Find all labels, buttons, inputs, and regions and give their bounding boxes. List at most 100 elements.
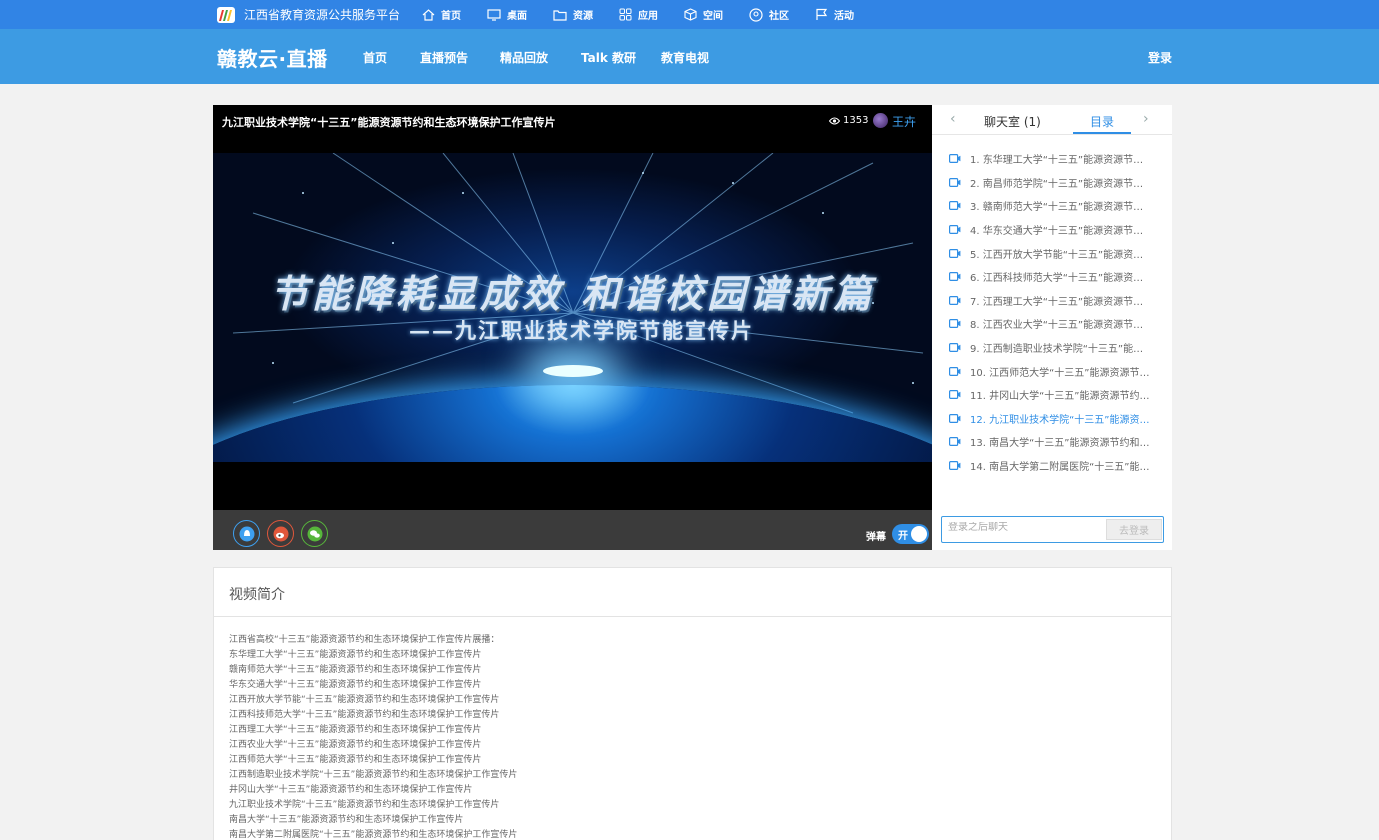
catalog-item[interactable]: 5. 江西开放大学节能“十三五”能源资源节约和生态环境保护工作宣传片 — [932, 241, 1172, 265]
video-headline: 节能降耗显成效 和谐校园谱新篇 — [269, 271, 876, 316]
share-weibo-button[interactable] — [267, 520, 294, 547]
nav-live-preview[interactable]: 直播预告 — [420, 49, 468, 66]
catalog-item-title: 10. 江西师范大学“十三五”能源资源节约和生态环境保护工作宣传片 — [970, 367, 1150, 379]
platform-nav-desktop[interactable]: 桌面 — [487, 7, 527, 22]
intro-line: 江西农业大学“十三五”能源资源节约和生态环境保护工作宣传片 — [229, 740, 482, 750]
share-wechat-button[interactable] — [301, 520, 328, 547]
catalog-item[interactable]: 4. 华东交通大学“十三五”能源资源节约和生态环境保护工作宣传片 — [932, 218, 1172, 242]
intro-line: 南昌大学“十三五”能源资源节约和生态环境保护工作宣传片 — [229, 815, 464, 825]
go-login-button[interactable]: 去登录 — [1106, 519, 1162, 540]
intro-line: 江西理工大学“十三五”能源资源节约和生态环境保护工作宣传片 — [229, 725, 482, 735]
catalog-item-title: 11. 井冈山大学“十三五”能源资源节约和生态环境保护工作宣传片 — [970, 391, 1150, 403]
intro-line: 江西科技师范大学“十三五”能源资源节约和生态环境保护工作宣传片 — [229, 710, 500, 720]
video-icon — [949, 390, 961, 400]
nav-home[interactable]: 首页 — [363, 49, 387, 66]
nav-replay[interactable]: 精品回放 — [500, 49, 548, 66]
catalog-item-title: 1. 东华理工大学“十三五”能源资源节约和生态环境保护工作宣传片 — [970, 155, 1150, 167]
catalog-item[interactable]: 10. 江西师范大学“十三五”能源资源节约和生态环境保护工作宣传片 — [932, 359, 1172, 383]
catalog-item[interactable]: 1. 东华理工大学“十三五”能源资源节约和生态环境保护工作宣传片 — [932, 147, 1172, 171]
chat-input[interactable] — [948, 522, 1098, 533]
video-icon — [949, 413, 961, 423]
platform-nav-label: 资源 — [573, 11, 594, 22]
cube-icon — [684, 8, 697, 21]
platform-nav-apps[interactable]: 应用 — [619, 7, 658, 22]
platform-nav-label: 空间 — [703, 11, 724, 22]
intro-line: 江西师范大学“十三五”能源资源节约和生态环境保护工作宣传片 — [229, 755, 482, 765]
view-count: 1353 — [829, 115, 868, 126]
catalog-item[interactable]: 8. 江西农业大学“十三五”能源资源节约和生态环境保护工作宣传片 — [932, 312, 1172, 336]
light-flare — [543, 365, 603, 377]
video-intro-section: 视频简介 江西省高校“十三五”能源资源节约和生态环境保护工作宣传片展播： 东华理工… — [213, 567, 1172, 840]
catalog-item-title: 6. 江西科技师范大学“十三五”能源资源节约和生态环境保护工作宣传片 — [970, 273, 1150, 285]
video-frame[interactable]: 节能降耗显成效 和谐校园谱新篇 ——九江职业技术学院节能宣传片 — [213, 153, 932, 462]
video-player[interactable]: 九江职业技术学院“十三五”能源资源节约和生态环境保护工作宣传片 1353 王卉 … — [213, 105, 932, 550]
video-icon — [949, 177, 961, 187]
chevron-right-icon[interactable]: › — [1143, 111, 1149, 127]
catalog-item-title: 13. 南昌大学“十三五”能源资源节约和生态环境保护工作宣传片 — [970, 438, 1150, 450]
toggle-knob — [911, 526, 927, 542]
platform-nav-label: 应用 — [638, 11, 659, 22]
video-icon — [949, 272, 961, 282]
intro-line: 江西省高校“十三五”能源资源节约和生态环境保护工作宣传片展播： — [229, 635, 500, 645]
intro-line: 华东交通大学“十三五”能源资源节约和生态环境保护工作宣传片 — [229, 680, 482, 690]
video-icon — [949, 319, 961, 329]
danmu-state: 开 — [898, 531, 908, 542]
video-icon — [949, 461, 961, 471]
video-icon — [949, 225, 961, 235]
platform-nav-home[interactable]: 首页 — [422, 7, 461, 22]
catalog-item[interactable]: 12. 九江职业技术学院“十三五”能源资源节约和生态环境保护工作宣传片 — [932, 407, 1172, 431]
catalog-item-title: 7. 江西理工大学“十三五”能源资源节约和生态环境保护工作宣传片 — [970, 296, 1150, 308]
tab-chatroom-count: (1) — [1023, 115, 1041, 129]
tab-catalog[interactable]: 目录 — [1090, 113, 1114, 130]
host-avatar[interactable] — [873, 113, 888, 128]
eye-icon — [829, 117, 840, 124]
login-link[interactable]: 登录 — [1148, 49, 1172, 66]
catalog-item[interactable]: 2. 南昌师范学院“十三五”能源资源节约和生态环境保护工作宣传片 — [932, 171, 1172, 195]
catalog-item-title: 8. 江西农业大学“十三五”能源资源节约和生态环境保护工作宣传片 — [970, 320, 1150, 332]
platform-name[interactable]: 江西省教育资源公共服务平台 — [244, 6, 400, 23]
folder-icon — [553, 9, 567, 21]
tab-chatroom-label: 聊天室 — [984, 115, 1021, 129]
platform-nav-resources[interactable]: 资源 — [553, 7, 593, 22]
catalog-item[interactable]: 9. 江西制造职业技术学院“十三五”能源资源节约和生态环境保护工作宣传片 — [932, 336, 1172, 360]
catalog-item[interactable]: 6. 江西科技师范大学“十三五”能源资源节约和生态环境保护工作宣传片 — [932, 265, 1172, 289]
platform-nav-label: 社区 — [769, 11, 790, 22]
intro-title: 视频简介 — [229, 587, 285, 603]
nav-education-tv[interactable]: 教育电视 — [661, 49, 709, 66]
platform-nav: 江西省教育资源公共服务平台 首页 桌面 资源 应用 空间 社区 活动 — [216, 0, 880, 29]
intro-line: 赣南师范大学“十三五”能源资源节约和生态环境保护工作宣传片 — [229, 665, 482, 675]
platform-bar: 江西省教育资源公共服务平台 首页 桌面 资源 应用 空间 社区 活动 — [0, 0, 1379, 29]
intro-line: 井冈山大学“十三五”能源资源节约和生态环境保护工作宣传片 — [229, 785, 473, 795]
catalog-item[interactable]: 7. 江西理工大学“十三五”能源资源节约和生态环境保护工作宣传片 — [932, 289, 1172, 313]
catalog-item[interactable]: 3. 赣南师范大学“十三五”能源资源节约和生态环境保护工作宣传片 — [932, 194, 1172, 218]
nav-talk-research[interactable]: Talk 教研 — [581, 49, 636, 66]
platform-nav-space[interactable]: 空间 — [684, 7, 723, 22]
video-title: 九江职业技术学院“十三五”能源资源节约和生态环境保护工作宣传片 — [222, 116, 556, 129]
platform-nav-label: 桌面 — [507, 11, 528, 22]
intro-line: 九江职业技术学院“十三五”能源资源节约和生态环境保护工作宣传片 — [229, 800, 500, 810]
catalog-item-title: 2. 南昌师范学院“十三五”能源资源节约和生态环境保护工作宣传片 — [970, 178, 1150, 190]
intro-body: 江西省高校“十三五”能源资源节约和生态环境保护工作宣传片展播： 东华理工大学“十三… — [229, 633, 517, 840]
catalog-item[interactable]: 13. 南昌大学“十三五”能源资源节约和生态环境保护工作宣传片 — [932, 430, 1172, 454]
catalog-item[interactable]: 14. 南昌大学第二附属医院“十三五”能源资源节约和生态环境保护工作宣传片 — [932, 454, 1172, 478]
view-count-value: 1353 — [843, 115, 869, 126]
side-panel: ‹ 聊天室 (1) 目录 › 1. 东华理工大学“十三五”能源资源节约和生态环境… — [932, 105, 1172, 550]
danmu-toggle[interactable]: 开 — [892, 524, 929, 544]
tab-chatroom[interactable]: 聊天室 (1) — [984, 113, 1041, 130]
host-name[interactable]: 王卉 — [892, 113, 916, 130]
player-control-bar: 弹幕 开 — [213, 510, 932, 550]
video-icon — [949, 154, 961, 164]
share-qq-button[interactable] — [233, 520, 260, 547]
brand-logo[interactable]: 赣教云·直播 — [217, 43, 328, 72]
platform-nav-community[interactable]: 社区 — [749, 7, 789, 22]
flag-icon — [816, 8, 828, 20]
monitor-icon — [487, 8, 501, 21]
platform-nav-activity[interactable]: 活动 — [815, 7, 854, 22]
danmu-label: 弹幕 — [866, 532, 886, 543]
platform-logo-icon[interactable] — [216, 5, 236, 25]
apps-icon — [619, 8, 632, 21]
chevron-left-icon[interactable]: ‹ — [950, 111, 956, 127]
video-icon — [949, 437, 961, 447]
community-icon — [749, 7, 763, 22]
catalog-item[interactable]: 11. 井冈山大学“十三五”能源资源节约和生态环境保护工作宣传片 — [932, 383, 1172, 407]
